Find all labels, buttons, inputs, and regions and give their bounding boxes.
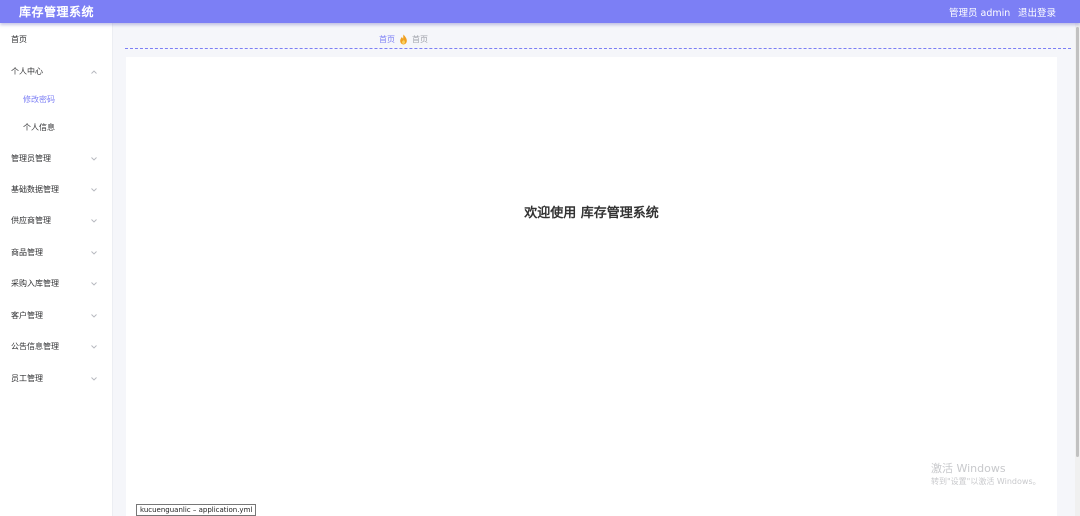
sidebar-item-label: 客户管理 (11, 311, 43, 320)
breadcrumb-home-link[interactable]: 首页 (379, 34, 395, 45)
current-user-label: 管理员 admin (949, 8, 1011, 19)
sidebar-item-label: 供应商管理 (11, 216, 51, 225)
sidebar-item-label: 商品管理 (11, 248, 43, 257)
top-navbar: 库存管理系统 管理员 admin 退出登录 (0, 0, 1080, 23)
content-card: 欢迎使用 库存管理系统 激活 Windows 转到"设置"以激活 Windows… (126, 57, 1057, 516)
sidebar-item-home[interactable]: 首页 (11, 33, 106, 47)
sidebar-item-label: 个人信息 (23, 123, 55, 132)
sidebar-item-product-management[interactable]: 商品管理 (11, 246, 106, 260)
sidebar-item-personal-info[interactable]: 个人信息 (23, 121, 103, 135)
chevron-down-icon (90, 277, 98, 291)
sidebar-item-label: 首页 (11, 35, 27, 44)
sidebar-item-change-password[interactable]: 修改密码 (23, 93, 103, 107)
chevron-down-icon (90, 340, 98, 354)
chevron-down-icon (90, 372, 98, 386)
fire-icon (399, 34, 408, 45)
breadcrumb-current: 首页 (412, 34, 428, 44)
welcome-message: 欢迎使用 库存管理系统 (524, 206, 659, 221)
sidebar: 首页 个人中心 修改密码 个人信息 管理员管理 基础数据管理 供应商管理 商品管… (0, 23, 113, 516)
sidebar-item-label: 修改密码 (23, 95, 55, 104)
sidebar-item-label: 公告信息管理 (11, 342, 59, 351)
activation-watermark-title: 激活 Windows (931, 462, 1006, 475)
sidebar-item-personal-center[interactable]: 个人中心 (11, 65, 106, 79)
main-area: 首页 首页 欢迎使用 库存管理系统 激活 Windows 转到"设置"以激活 W… (113, 23, 1075, 516)
sidebar-item-notice-management[interactable]: 公告信息管理 (11, 340, 106, 354)
activation-watermark-text: 转到"设置"以激活 Windows。 (931, 477, 1041, 486)
sidebar-item-admin-management[interactable]: 管理员管理 (11, 152, 106, 166)
breadcrumb-divider (125, 48, 1071, 49)
chevron-down-icon (90, 309, 98, 323)
page-scrollbar[interactable] (1075, 23, 1080, 516)
sidebar-item-label: 采购入库管理 (11, 279, 59, 288)
logout-button[interactable]: 退出登录 (1018, 5, 1056, 19)
app-title: 库存管理系统 (19, 5, 95, 19)
scrollbar-thumb[interactable] (1076, 27, 1079, 457)
chevron-down-icon (90, 246, 98, 260)
chevron-down-icon (90, 214, 98, 228)
sidebar-item-purchase-inbound-management[interactable]: 采购入库管理 (11, 277, 106, 291)
chevron-down-icon (90, 183, 98, 197)
sidebar-item-label: 基础数据管理 (11, 185, 59, 194)
breadcrumb: 首页 首页 (379, 33, 428, 45)
chevron-down-icon (90, 152, 98, 166)
sidebar-item-label: 管理员管理 (11, 154, 51, 163)
taskbar-tooltip: kucuenguanlic – application.yml (136, 504, 257, 516)
sidebar-item-customer-management[interactable]: 客户管理 (11, 309, 106, 323)
sidebar-item-label: 个人中心 (11, 67, 43, 76)
sidebar-item-supplier-management[interactable]: 供应商管理 (11, 214, 106, 228)
sidebar-item-basic-data-management[interactable]: 基础数据管理 (11, 183, 106, 197)
sidebar-item-employee-management[interactable]: 员工管理 (11, 372, 106, 386)
sidebar-item-label: 员工管理 (11, 374, 43, 383)
chevron-up-icon (90, 65, 98, 79)
